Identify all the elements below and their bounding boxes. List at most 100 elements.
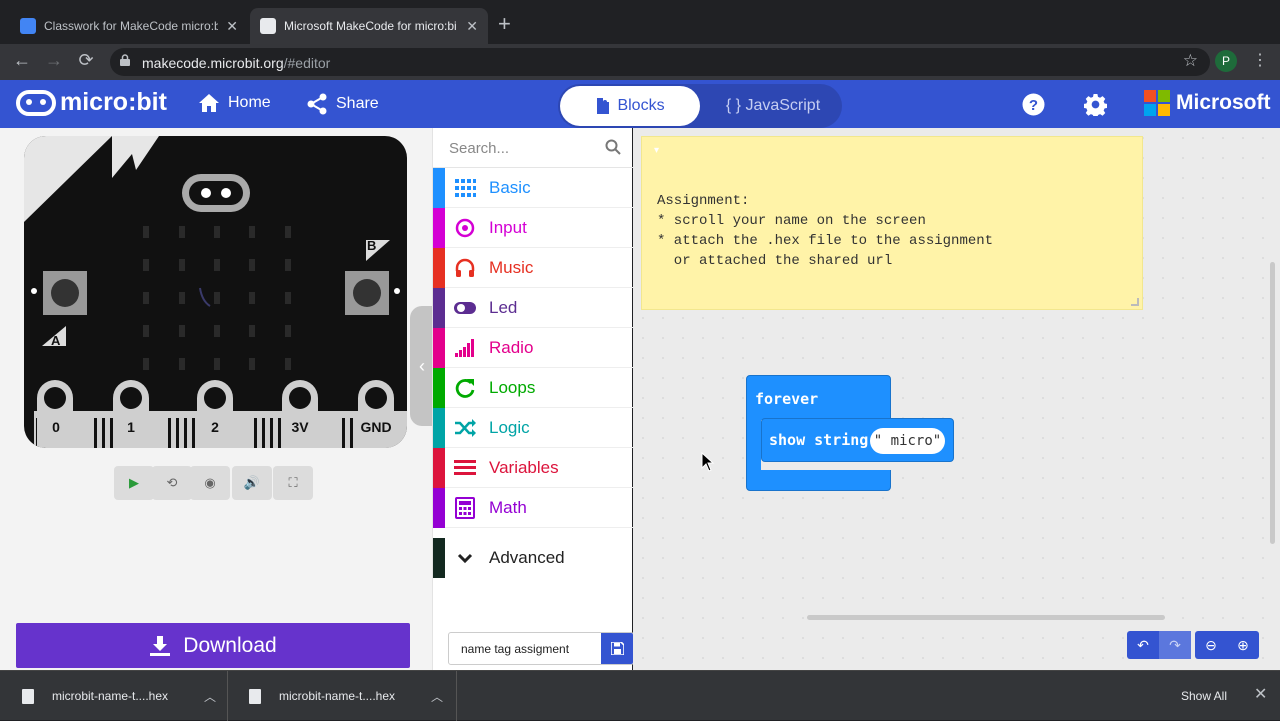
classroom-favicon-icon	[20, 18, 36, 34]
pin-0-label: 0	[52, 419, 60, 435]
tab-title: Microsoft MakeCode for micro:bi	[284, 19, 457, 33]
url-text: makecode.microbit.org/#editor	[142, 55, 331, 71]
button-b-label: B	[367, 238, 377, 253]
save-button[interactable]	[601, 633, 633, 664]
back-icon[interactable]: ←	[10, 50, 34, 71]
search-icon[interactable]	[605, 139, 621, 155]
toolbox-search[interactable]: Search...	[433, 128, 633, 168]
chevron-up-icon[interactable]: ︿	[431, 688, 443, 705]
microbit-logo-icon	[16, 89, 56, 116]
save-disk-icon	[610, 642, 624, 655]
redo-icon[interactable]: ↷	[1159, 631, 1191, 659]
blocks-workspace[interactable]: ▾ Assignment: * scroll your name on the …	[633, 128, 1280, 670]
browser-menu-icon[interactable]: ⋮	[1252, 50, 1268, 70]
comment-collapse-icon[interactable]: ▾	[654, 145, 659, 156]
project-name-field	[448, 632, 634, 665]
category-radio[interactable]: Radio	[433, 328, 633, 368]
javascript-tab[interactable]: { } JavaScript	[708, 86, 838, 126]
tab-close-icon[interactable]: ✕	[226, 18, 238, 35]
forward-icon[interactable]: →	[42, 50, 66, 71]
reload-icon[interactable]: ⟳	[74, 50, 98, 71]
vertical-scrollbar[interactable]	[1270, 262, 1275, 544]
comment-text[interactable]: Assignment: * scroll your name on the sc…	[657, 191, 993, 271]
microsoft-logo[interactable]: Microsoft	[1144, 90, 1271, 116]
tab-makecode[interactable]: Microsoft MakeCode for micro:bi ✕	[250, 8, 488, 44]
blocks-tab[interactable]: Blocks	[560, 86, 700, 126]
microbit-simulator[interactable]: A B 0 1 2 3V GND	[24, 136, 407, 448]
tab-classwork[interactable]: Classwork for MakeCode micro:b ✕	[10, 8, 248, 44]
category-input[interactable]: Input	[433, 208, 633, 248]
tab-close-icon[interactable]: ✕	[466, 18, 478, 35]
file-icon	[249, 688, 261, 704]
category-math[interactable]: Math	[433, 488, 633, 528]
url-input[interactable]: makecode.microbit.org/#editor ☆	[110, 48, 1210, 76]
slowmo-icon: ◉	[204, 475, 216, 490]
microsoft-logo-icon	[1144, 90, 1170, 116]
settings-gear-icon[interactable]	[1083, 93, 1108, 121]
chevron-up-icon[interactable]: ︿	[204, 688, 216, 705]
search-input[interactable]: Search...	[449, 140, 509, 157]
home-button[interactable]: Home	[198, 93, 271, 113]
play-button[interactable]: ▶	[114, 466, 154, 500]
restart-button[interactable]: ⟲	[152, 466, 192, 500]
fullscreen-icon: ⛶	[288, 475, 298, 490]
microbit-logo[interactable]: micro:bit	[16, 88, 167, 117]
show-string-block[interactable]: show string " micro"	[761, 418, 954, 462]
button-a-label: A	[51, 333, 61, 348]
zoom-in-icon[interactable]: ⊕	[1227, 631, 1259, 659]
workspace-comment[interactable]: ▾ Assignment: * scroll your name on the …	[641, 136, 1143, 310]
category-variables[interactable]: Variables	[433, 448, 633, 488]
signal-bars-icon	[455, 339, 474, 357]
makecode-favicon-icon	[260, 18, 276, 34]
puzzle-icon	[597, 98, 610, 114]
new-tab-button[interactable]: +	[498, 12, 511, 36]
zoom-out-icon[interactable]: ⊖	[1195, 631, 1227, 659]
profile-avatar[interactable]: P	[1215, 50, 1237, 72]
target-icon	[455, 218, 475, 238]
undo-icon[interactable]: ↶	[1127, 631, 1159, 659]
category-logic[interactable]: Logic	[433, 408, 633, 448]
mute-button[interactable]: 🔊	[232, 466, 272, 500]
chevron-left-icon: ‹	[419, 355, 425, 376]
help-icon[interactable]: ?	[1022, 93, 1045, 121]
chevron-down-icon	[457, 553, 473, 564]
slowmo-button[interactable]: ◉	[190, 466, 230, 500]
home-icon	[199, 94, 219, 112]
close-downloads-icon[interactable]: ✕	[1254, 684, 1267, 704]
browser-tab-bar: Classwork for MakeCode micro:b ✕ Microso…	[0, 0, 1280, 44]
share-button[interactable]: Share	[306, 93, 379, 115]
undo-redo-group: ↶ ↷	[1127, 631, 1191, 659]
category-advanced[interactable]: Advanced	[433, 538, 633, 578]
toggle-icon	[454, 302, 476, 314]
download-item[interactable]: microbit-name-t....hex ︿	[0, 671, 228, 721]
headphones-icon	[455, 258, 475, 277]
sound-icon: 🔊	[243, 475, 261, 490]
horizontal-scrollbar[interactable]	[807, 615, 1165, 620]
category-music[interactable]: Music	[433, 248, 633, 288]
refresh-icon	[455, 379, 475, 398]
category-led[interactable]: Led	[433, 288, 633, 328]
share-icon	[307, 93, 327, 115]
play-icon: ▶	[129, 475, 139, 490]
button-a[interactable]	[42, 271, 88, 317]
shuffle-icon	[455, 419, 476, 437]
show-all-button[interactable]: Show All	[1166, 682, 1242, 710]
category-loops[interactable]: Loops	[433, 368, 633, 408]
button-b[interactable]	[344, 271, 390, 317]
pin-2-label: 2	[211, 419, 219, 435]
restart-icon: ⟲	[166, 475, 178, 490]
download-button[interactable]: Download	[16, 623, 410, 668]
fullscreen-button[interactable]: ⛶	[273, 466, 313, 500]
download-item[interactable]: microbit-name-t....hex ︿	[229, 671, 457, 721]
grid-icon	[455, 179, 476, 197]
calculator-icon	[455, 497, 475, 519]
pin-gnd-label: GND	[360, 419, 392, 435]
category-basic[interactable]: Basic	[433, 168, 633, 208]
string-value-field[interactable]: " micro"	[870, 428, 945, 454]
makecode-header: micro:bit Home Share Blocks { } JavaScri…	[0, 80, 1280, 128]
collapse-simulator-button[interactable]: ‹	[410, 306, 434, 426]
pin-3v-label: 3V	[291, 419, 309, 435]
comment-resize-handle[interactable]	[1131, 298, 1139, 306]
bookmark-star-icon[interactable]: ☆	[1183, 51, 1198, 71]
project-name-input[interactable]	[449, 633, 601, 664]
